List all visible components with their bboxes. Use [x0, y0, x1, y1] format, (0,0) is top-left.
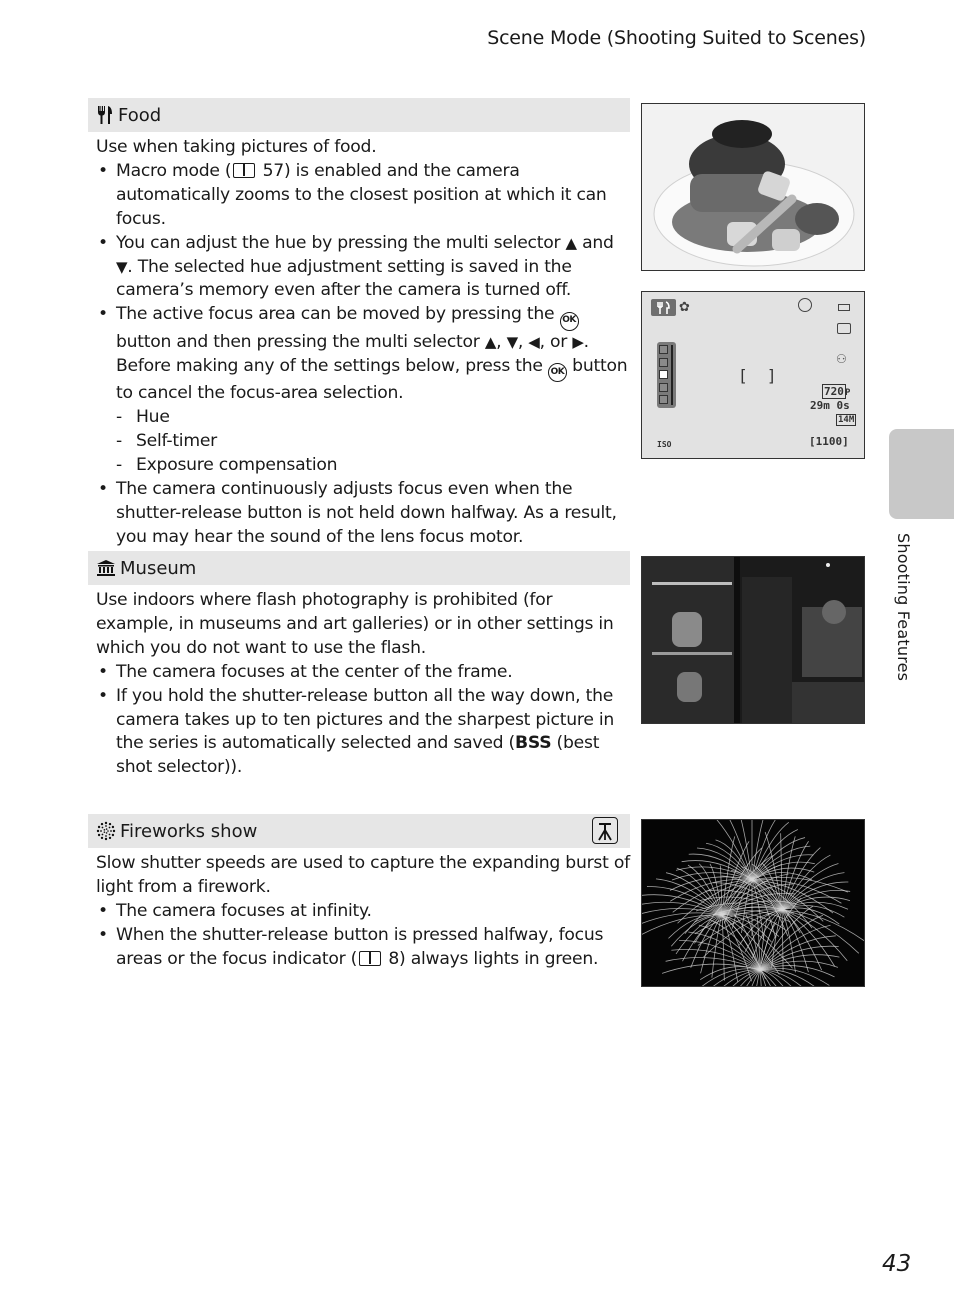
hue-step	[659, 382, 668, 392]
list-item: The camera continuously adjusts focus ev…	[96, 478, 630, 550]
ok-button-icon: OK	[547, 363, 567, 383]
intro-text: Slow shutter speeds are used to capture …	[96, 853, 630, 897]
vibration-reduction-icon	[837, 323, 851, 334]
macro-flower-icon: ✿	[679, 300, 690, 315]
tripod-icon	[592, 817, 618, 844]
page-reference-link[interactable]: 8	[388, 949, 399, 969]
remaining-time: 29m 0s	[810, 399, 850, 412]
section-museum: Museum Use indoors where flash photograp…	[88, 551, 630, 780]
arrow-down-icon: ▼	[506, 332, 519, 351]
arrow-down-icon: ▼	[116, 257, 128, 276]
ok-button-icon: OK	[559, 311, 579, 331]
intro-text: Use when taking pictures of food.	[96, 137, 377, 157]
list-item: When the shutter-release button is press…	[96, 924, 630, 972]
motion-detection-icon: ⚇	[836, 352, 847, 366]
arrow-up-icon: ▲	[484, 332, 497, 351]
section-title: Fireworks show	[120, 820, 258, 842]
book-reference-icon	[233, 162, 256, 178]
section-title: Museum	[120, 557, 197, 579]
fireworks-icon	[96, 821, 116, 841]
hue-step	[659, 370, 668, 379]
arrow-right-icon: ▶	[572, 332, 584, 351]
video-mode-suffix: P	[845, 388, 851, 398]
sub-item: Hue	[116, 406, 630, 430]
running-head: Scene Mode (Shooting Suited to Scenes)	[487, 27, 866, 49]
section-header-museum: Museum	[88, 551, 630, 585]
chapter-label: Shooting Features	[894, 533, 913, 682]
hue-step	[659, 395, 668, 404]
arrow-left-icon: ◀	[528, 332, 540, 351]
intro-text: Use indoors where flash photography is p…	[96, 590, 614, 658]
battery-icon	[838, 304, 850, 311]
section-header-fireworks: Fireworks show	[88, 814, 630, 848]
list-item: The camera focuses at infinity.	[96, 900, 630, 924]
section-fireworks: Fireworks show Slow shutter speeds are u…	[88, 814, 630, 972]
iso-label: ISO	[657, 440, 672, 449]
list-item: You can adjust the hue by pressing the m…	[96, 232, 630, 304]
list-item: The active focus area can be moved by pr…	[96, 303, 630, 477]
camera-lcd-screen: ✿ ⚇ [ ] 720 P 29m 0s 14M [1100] ISO	[641, 291, 865, 459]
sub-item: Self-timer	[116, 430, 630, 454]
chapter-tab	[889, 429, 954, 519]
museum-photo	[641, 556, 865, 724]
museum-icon	[96, 559, 116, 577]
arrow-up-icon: ▲	[565, 233, 578, 252]
section-header-food: Food	[88, 98, 630, 132]
book-reference-icon	[359, 950, 382, 966]
section-food: Food Use when taking pictures of food. M…	[88, 98, 630, 550]
food-mode-badge	[651, 299, 676, 316]
section-title: Food	[118, 104, 162, 126]
focus-area-bracket: [ ]	[738, 366, 777, 385]
hue-step	[659, 345, 668, 354]
exposures-remaining: [1100]	[809, 435, 849, 448]
fork-knife-icon	[96, 105, 114, 125]
hue-step	[659, 357, 668, 367]
page-reference-link[interactable]: 57	[263, 161, 285, 181]
flash-off-icon	[798, 298, 812, 312]
hue-slider[interactable]	[657, 342, 676, 408]
fireworks-photo	[641, 819, 865, 987]
list-item: If you hold the shutter-release button a…	[96, 685, 630, 781]
video-mode-label: 720	[822, 384, 846, 399]
bss-label: BSS	[515, 733, 552, 754]
sub-item: Exposure compensation	[116, 454, 630, 478]
page-number: 43	[882, 1251, 912, 1277]
list-item: Macro mode ( 57) is enabled and the came…	[96, 160, 630, 232]
food-photo	[641, 103, 865, 271]
image-size: 14M	[836, 414, 857, 426]
list-item: The camera focuses at the center of the …	[96, 661, 630, 685]
